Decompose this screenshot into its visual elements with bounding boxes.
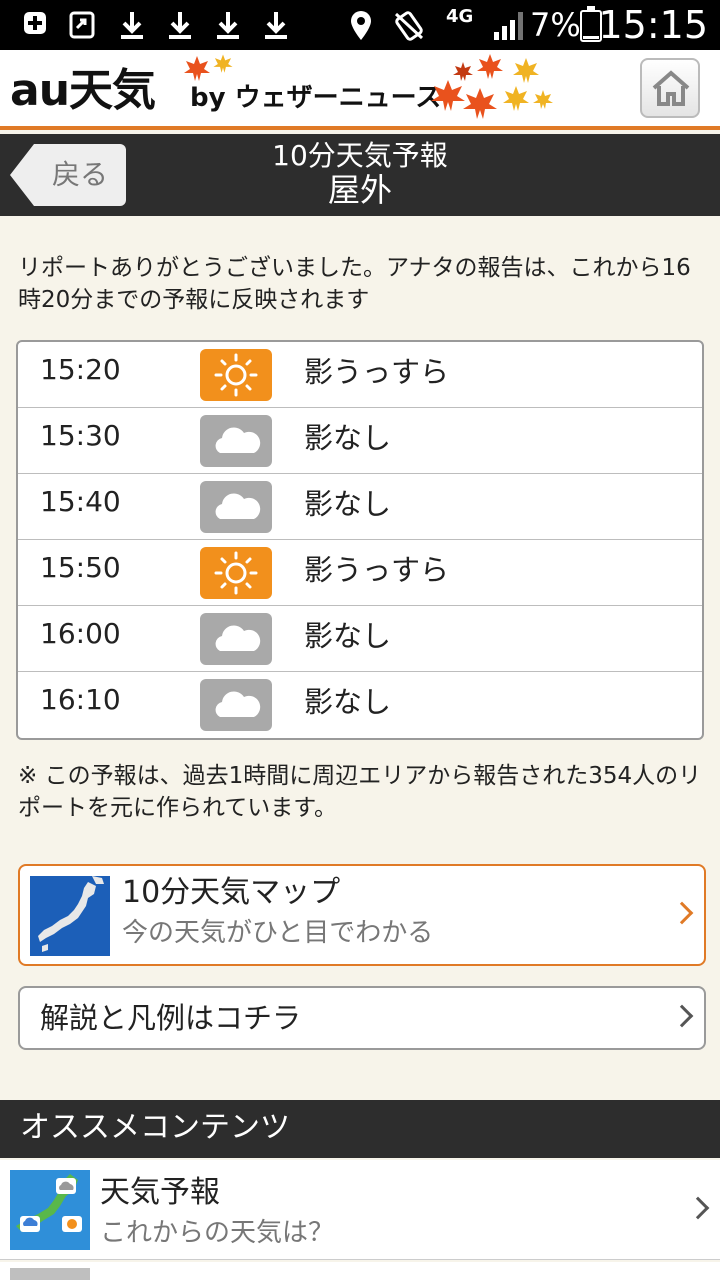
download-icon bbox=[214, 10, 242, 47]
forecast-time: 15:40 bbox=[40, 485, 121, 518]
legend-button[interactable]: 解説と凡例はコチラ bbox=[18, 986, 706, 1050]
forecast-condition: 影なし bbox=[304, 487, 392, 521]
signal-icon bbox=[494, 12, 524, 40]
cloud-icon bbox=[200, 415, 272, 467]
page-title: 10分天気予報 bbox=[272, 139, 448, 172]
screen-share-icon bbox=[68, 10, 98, 47]
forecast-row: 15:30 影なし bbox=[18, 408, 702, 474]
weather-map-subtitle: 今の天気がひと目でわかる bbox=[122, 918, 434, 948]
recommend-item-title: 天気予報 bbox=[100, 1175, 220, 1210]
maple-leaf-icon bbox=[212, 52, 234, 82]
cloud-icon bbox=[200, 481, 272, 533]
network-type: 4G bbox=[446, 6, 474, 27]
forecast-time: 16:10 bbox=[40, 683, 121, 716]
forecast-row: 15:50 影うっすら bbox=[18, 540, 702, 606]
legend-button-label: 解説と凡例はコチラ bbox=[40, 1001, 302, 1035]
download-icon bbox=[262, 10, 290, 47]
recommend-header: オススメコンテンツ bbox=[0, 1100, 720, 1158]
chevron-right-icon bbox=[670, 901, 694, 925]
japan-map-icon bbox=[30, 876, 110, 956]
sun-icon bbox=[200, 547, 272, 599]
forecast-time: 15:50 bbox=[40, 551, 121, 584]
sun-icon bbox=[200, 349, 272, 401]
recommend-title: オススメコンテンツ bbox=[20, 1110, 290, 1145]
forecast-condition: 影なし bbox=[304, 421, 392, 455]
recommend-item-forecast[interactable]: 天気予報 これからの天気は？ bbox=[0, 1160, 720, 1260]
recommend-item-partial[interactable] bbox=[0, 1262, 720, 1280]
forecast-row: 16:00 影なし bbox=[18, 606, 702, 672]
forecast-note: ※ この予報は、過去1時間に周辺エリアから報告された354人のリポートを元に作ら… bbox=[18, 763, 702, 821]
clock: 15:15 bbox=[598, 3, 708, 47]
status-bar: 4G 7% 15:15 bbox=[0, 0, 720, 50]
forecast-condition: 影うっすら bbox=[304, 553, 450, 587]
title-bar: 戻る 10分天気予報 屋外 bbox=[0, 134, 720, 216]
download-icon bbox=[118, 10, 146, 47]
forecast-time: 16:00 bbox=[40, 617, 121, 650]
forecast-condition: 影うっすら bbox=[304, 355, 450, 389]
battery-percent: 7% bbox=[530, 6, 581, 44]
forecast-row: 15:20 影うっすら bbox=[18, 342, 702, 408]
thumbnail-placeholder bbox=[10, 1268, 90, 1280]
forecast-time: 15:30 bbox=[40, 419, 121, 452]
no-vibrate-icon bbox=[392, 10, 426, 49]
forecast-row: 15:40 影なし bbox=[18, 474, 702, 540]
weather-map-button[interactable]: 10分天気マップ 今の天気がひと目でわかる bbox=[18, 864, 706, 966]
recommend-item-subtitle: これからの天気は？ bbox=[100, 1218, 335, 1248]
forecast-condition: 影なし bbox=[304, 619, 392, 653]
location-icon bbox=[348, 10, 374, 49]
autumn-leaves-icon bbox=[428, 50, 558, 132]
chevron-right-icon bbox=[670, 1004, 694, 1028]
chevron-right-icon bbox=[686, 1196, 710, 1219]
download-icon bbox=[166, 10, 194, 47]
forecast-table: 15:20 影うっすら 15:30 影なし 15:40 影なし 15:50 影う… bbox=[16, 340, 704, 740]
cloud-icon bbox=[200, 613, 272, 665]
weather-map-title: 10分天気マップ bbox=[122, 875, 341, 910]
forecast-map-icon bbox=[10, 1170, 90, 1250]
add-box-icon bbox=[22, 10, 48, 43]
home-button[interactable] bbox=[640, 58, 700, 118]
home-icon bbox=[650, 68, 692, 112]
intro-text: リポートありがとうございました。アナタの報告は、これから16時20分までの予報に… bbox=[18, 255, 691, 313]
forecast-time: 15:20 bbox=[40, 353, 121, 386]
app-header: au天気 by ウェザーニュース bbox=[0, 50, 720, 130]
forecast-condition: 影なし bbox=[304, 685, 392, 719]
app-byline: by ウェザーニュース bbox=[190, 83, 442, 113]
page-subtitle: 屋外 bbox=[327, 171, 392, 209]
cloud-icon bbox=[200, 679, 272, 731]
app-logo: au天気 bbox=[10, 65, 156, 116]
forecast-row: 16:10 影なし bbox=[18, 672, 702, 738]
